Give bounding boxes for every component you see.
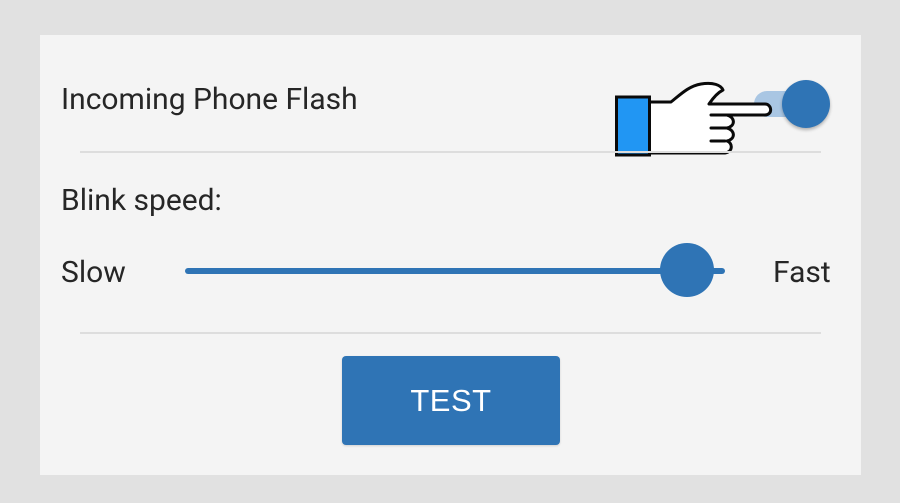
incoming-phone-flash-label: Incoming Phone Flash — [61, 82, 358, 117]
slider-max-label: Fast — [773, 255, 831, 290]
pointing-hand-icon — [615, 81, 773, 157]
toggle-thumb[interactable] — [782, 80, 830, 128]
divider — [80, 332, 821, 334]
test-button[interactable]: TEST — [342, 356, 560, 445]
blink-speed-label: Blink speed: — [61, 183, 222, 218]
divider — [80, 151, 821, 153]
blink-speed-slider[interactable] — [183, 243, 755, 299]
pointing-hand-cuff — [615, 95, 651, 157]
slider-thumb[interactable] — [660, 243, 715, 297]
pointing-hand-palm — [648, 81, 773, 155]
slider-min-label: Slow — [61, 255, 126, 290]
settings-panel: Incoming Phone Flash Blink speed: Slow F… — [40, 35, 861, 475]
slider-track[interactable] — [185, 268, 725, 274]
